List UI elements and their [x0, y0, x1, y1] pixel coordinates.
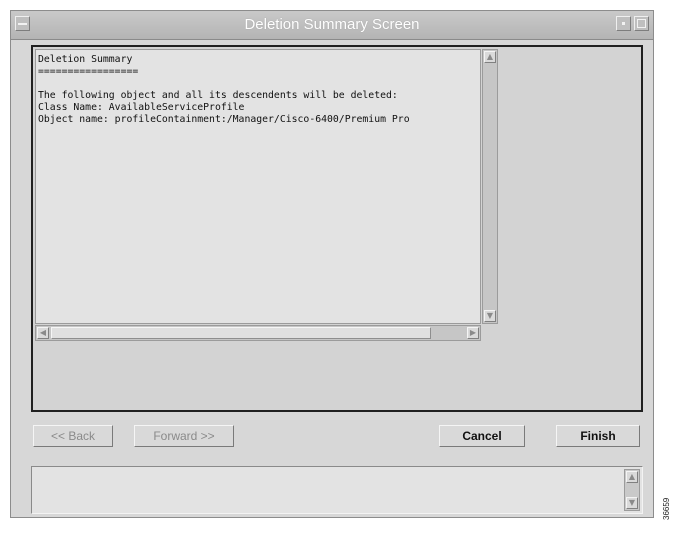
forward-button[interactable]: Forward >>	[134, 425, 234, 447]
minimize-icon[interactable]	[616, 16, 631, 31]
summary-message: The following object and all its descend…	[38, 90, 398, 101]
status-vertical-scrollbar[interactable]: ▲ ▼	[624, 469, 640, 511]
status-message-area[interactable]: ▲ ▼	[31, 466, 643, 514]
arrow-down-icon[interactable]: ▼	[484, 310, 496, 322]
window-title: Deletion Summary Screen	[244, 16, 420, 33]
vertical-scrollbar[interactable]: ▲ ▼	[482, 49, 498, 324]
cancel-button[interactable]: Cancel	[439, 425, 525, 447]
arrow-down-icon[interactable]: ▼	[626, 497, 638, 509]
arrow-up-icon[interactable]: ▲	[626, 471, 638, 483]
summary-heading: Deletion Summary	[38, 54, 133, 65]
object-name-line: Object name: profileContainment:/Manager…	[38, 114, 410, 125]
arrow-left-icon[interactable]: ◀	[37, 327, 49, 339]
arrow-up-icon[interactable]: ▲	[484, 51, 496, 63]
summary-underline: =================	[38, 66, 139, 77]
arrow-right-icon[interactable]: ▶	[467, 327, 479, 339]
finish-button[interactable]: Finish	[556, 425, 640, 447]
maximize-icon[interactable]	[634, 16, 649, 31]
back-button[interactable]: << Back	[33, 425, 113, 447]
horizontal-scrollbar[interactable]: ◀ ▶	[35, 325, 481, 341]
summary-panel: Deletion Summary ================= The fol…	[31, 45, 643, 412]
figure-number: 36659	[662, 497, 671, 520]
class-name-line: Class Name: AvailableServiceProfile	[38, 102, 245, 113]
deletion-summary-window: Deletion Summary Screen Deletion Summary…	[10, 10, 654, 518]
title-bar[interactable]: Deletion Summary Screen	[11, 11, 653, 40]
summary-text-area[interactable]: Deletion Summary ================= The fol…	[35, 49, 481, 324]
horizontal-scroll-thumb[interactable]	[51, 327, 431, 339]
